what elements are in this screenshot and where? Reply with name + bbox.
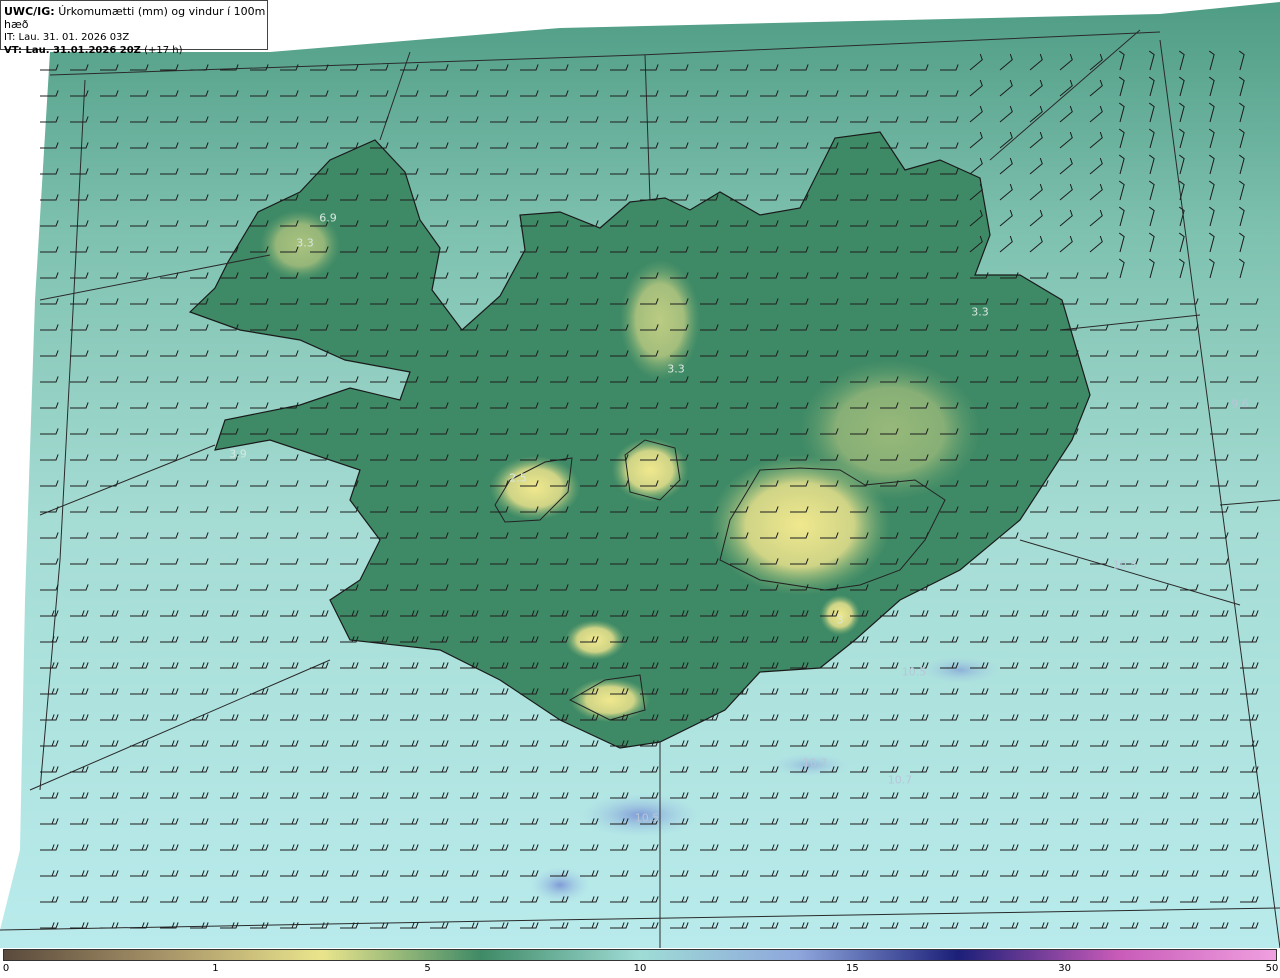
colorbar-tick-label: 5 [424,963,431,974]
title-line: UWC/IG: Úrkomumætti (mm) og vindur í 100… [4,5,267,31]
value-label: 6.9 [319,211,337,225]
colorbar-tick-label: 0 [2,963,10,974]
product-code: UWC/IG: [4,5,55,18]
colorbar-strip [3,949,1277,961]
valid-offset: (+17 h) [144,45,183,56]
map-title-box: UWC/IG: Úrkomumætti (mm) og vindur í 100… [0,0,268,56]
value-label: 3.9 [229,447,247,461]
colorbar-tick-label: 15 [846,963,859,974]
precip-patch-2 [530,867,590,903]
value-label: 10.7 [802,756,828,770]
highland-north [620,260,700,380]
colorbar-tick-label: 50 [1265,963,1279,974]
value-label: 3 [836,613,844,627]
precip-patch-3 [920,656,1000,684]
value-label: 3.3 [971,305,989,319]
value-label: 10.7 [887,773,913,787]
colorbar: 0 1 5 10 15 30 50 [0,948,1280,978]
value-label: 9.6 [1231,397,1249,411]
value-label: 10.5 [634,811,660,825]
value-label: 10.5 [901,665,927,679]
highland-east [800,360,980,500]
ice-cap-eyjafjallajokull [565,620,625,660]
ice-cap-myrdalsjokull [570,678,650,722]
initial-time: IT: Lau. 31. 01. 2026 03Z [4,32,130,43]
value-label: 3.3 [296,236,314,250]
weather-map: 6.9 3.3 3.9 3.3 3.3 2.5 3 9.6 10.5 10.5 … [0,0,1280,948]
valid-time-line: VT: Lau. 31.01.2026 20Z (+17 h) [4,44,267,57]
ice-cap-hofsjokull [612,438,688,502]
value-label: 3.3 [667,362,685,376]
map-canvas [0,2,1280,948]
value-label: 10.5 [1112,558,1138,572]
colorbar-tick-label: 1 [212,963,219,974]
value-label: 2.5 [509,471,527,485]
valid-time: VT: Lau. 31.01.2026 20Z [4,45,141,56]
colorbar-tick-label: 30 [1058,963,1071,974]
colorbar-tick-label: 10 [633,963,647,974]
